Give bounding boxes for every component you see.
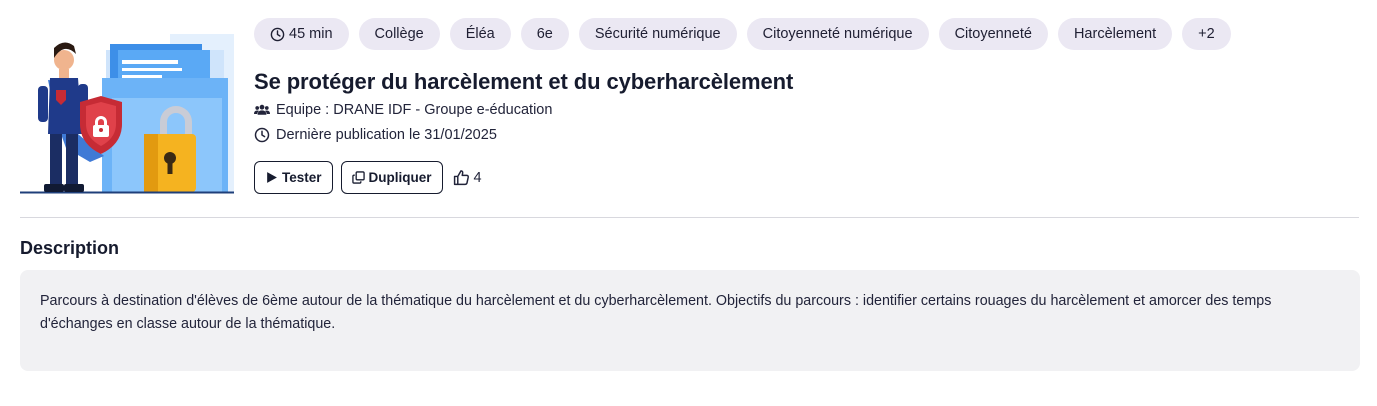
tag-platform: Éléa xyxy=(449,18,511,50)
like-button[interactable]: 4 xyxy=(453,169,482,186)
description-text: Parcours à destination d'élèves de 6ème … xyxy=(40,293,1272,332)
duplicate-button-label: Dupliquer xyxy=(368,170,432,185)
tag-topic: Citoyenneté numérique xyxy=(746,18,929,50)
tag-topic: Harcèlement xyxy=(1057,18,1173,50)
tag-label: 45 min xyxy=(289,26,333,42)
team-label: Equipe : DRANE IDF - Groupe e-éducation xyxy=(276,102,553,118)
test-button[interactable]: Tester xyxy=(254,161,333,194)
publication-info: Dernière publication le 31/01/2025 xyxy=(254,127,1359,143)
publication-date: Dernière publication le 31/01/2025 xyxy=(276,127,497,143)
tag-duration: 45 min xyxy=(254,18,349,50)
tag-grade: 6e xyxy=(520,18,569,50)
cybersecurity-illustration xyxy=(20,34,234,194)
tag-list: 45 min Collège Éléa 6e Sécurité numériqu… xyxy=(254,18,1359,50)
clock-icon xyxy=(254,127,270,143)
page-title: Se protéger du harcèlement et du cyberha… xyxy=(254,69,794,94)
course-header: 45 min Collège Éléa 6e Sécurité numériqu… xyxy=(20,18,1359,196)
team-info: Equipe : DRANE IDF - Groupe e-éducation xyxy=(254,102,1359,118)
clock-icon xyxy=(270,27,285,41)
description-heading: Description xyxy=(20,238,120,258)
tag-topic: Citoyenneté xyxy=(938,18,1048,50)
test-button-label: Tester xyxy=(282,170,322,185)
copy-icon xyxy=(351,171,365,184)
tag-more-button[interactable]: +2 xyxy=(1182,18,1231,50)
duplicate-button[interactable]: Dupliquer xyxy=(340,161,443,194)
users-icon xyxy=(254,104,270,115)
tag-level: Collège xyxy=(358,18,440,50)
course-info: 45 min Collège Éléa 6e Sécurité numériqu… xyxy=(254,18,1359,194)
like-count: 4 xyxy=(473,169,482,186)
thumbs-up-icon xyxy=(453,170,469,186)
description-box: Parcours à destination d'élèves de 6ème … xyxy=(20,270,1360,371)
tag-topic: Sécurité numérique xyxy=(578,18,737,50)
play-icon xyxy=(267,172,277,183)
action-bar: Tester Dupliquer 4 xyxy=(254,161,1359,194)
section-divider xyxy=(20,217,1359,218)
